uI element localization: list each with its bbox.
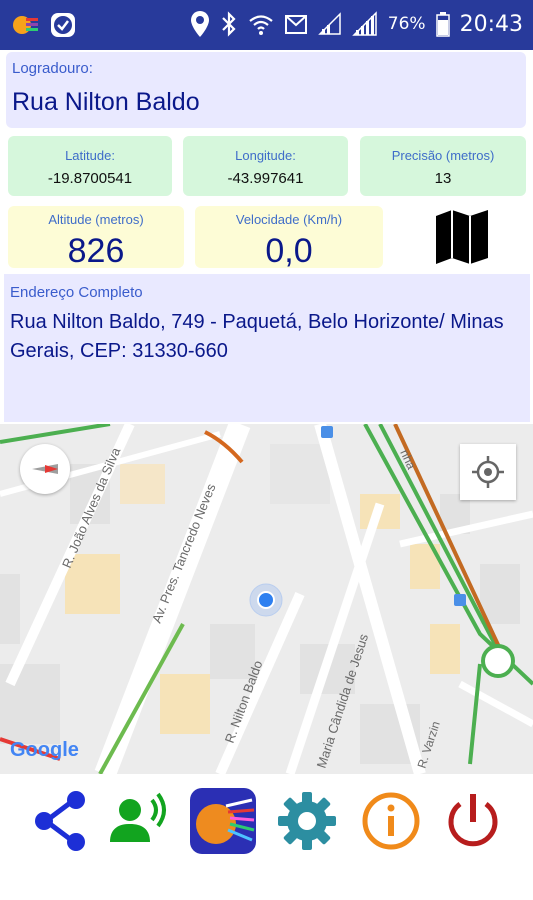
latitude-label: Latitude: <box>65 148 115 163</box>
velocidade-label: Velocidade (Km/h) <box>235 212 343 227</box>
precisao-box: Precisão (metros) 13 <box>360 136 526 196</box>
power-icon <box>448 794 498 847</box>
share-icon <box>35 791 85 851</box>
speaker-icon <box>110 792 166 842</box>
wifi-icon <box>249 15 273 35</box>
battery-icon <box>435 12 450 37</box>
longitude-value: -43.997641 <box>227 170 304 187</box>
app-logo-button[interactable] <box>188 786 258 856</box>
info-button[interactable] <box>356 786 426 856</box>
precisao-value: 13 <box>434 170 452 187</box>
endereco-panel: Endereço Completo Rua Nilton Baldo, 749 … <box>4 274 530 422</box>
power-button[interactable] <box>438 786 508 856</box>
gear-icon <box>278 792 336 850</box>
logradouro-value: Rua Nilton Baldo <box>12 88 200 116</box>
longitude-box: Longitude: -43.997641 <box>183 136 348 196</box>
settings-button[interactable] <box>272 786 342 856</box>
app-color-icon <box>13 16 38 34</box>
alarm-icon <box>284 15 307 34</box>
altitude-value: 826 <box>67 232 125 270</box>
crosshair-icon <box>472 456 504 488</box>
map-view-button[interactable] <box>432 208 492 266</box>
google-attribution: Google <box>10 739 79 761</box>
battery-percent: 76% <box>387 14 426 34</box>
compass-icon <box>32 464 58 474</box>
map-icon <box>436 210 488 264</box>
my-location-button[interactable] <box>460 444 516 500</box>
map-canvas[interactable]: R. João Alves da Silva Av. Pres. Tancred… <box>0 424 533 774</box>
status-bar: 76% 20:43 <box>0 0 533 50</box>
voice-button[interactable] <box>104 786 174 856</box>
signal-icon <box>317 12 341 35</box>
share-button[interactable] <box>26 786 96 856</box>
compass-button[interactable] <box>20 444 70 494</box>
logradouro-panel: Logradouro: Rua Nilton Baldo <box>6 52 526 128</box>
altitude-box: Altitude (metros) 826 <box>8 206 184 270</box>
latitude-value: -19.8700541 <box>47 170 133 187</box>
clock-time: 20:43 <box>459 11 523 37</box>
altitude-label: Altitude (metros) <box>48 212 144 227</box>
info-icon <box>362 792 420 850</box>
location-pin-icon <box>190 11 209 37</box>
latitude-box: Latitude: -19.8700541 <box>8 136 172 196</box>
precisao-label: Precisão (metros) <box>391 148 495 163</box>
app-logo-icon <box>190 788 256 854</box>
map-view[interactable]: R. João Alves da Silva Av. Pres. Tancred… <box>0 424 533 774</box>
bottom-toolbar <box>0 776 533 866</box>
logradouro-label: Logradouro: <box>12 60 93 77</box>
velocidade-value: 0,0 <box>265 232 313 270</box>
bluetooth-icon <box>222 11 236 37</box>
endereco-value: Rua Nilton Baldo, 749 - Paquetá, Belo Ho… <box>10 311 504 362</box>
check-badge-icon <box>51 13 75 37</box>
longitude-label: Longitude: <box>235 148 296 163</box>
signal-icon <box>351 11 377 36</box>
velocidade-box: Velocidade (Km/h) 0,0 <box>195 206 383 270</box>
endereco-label: Endereço Completo <box>10 284 143 301</box>
